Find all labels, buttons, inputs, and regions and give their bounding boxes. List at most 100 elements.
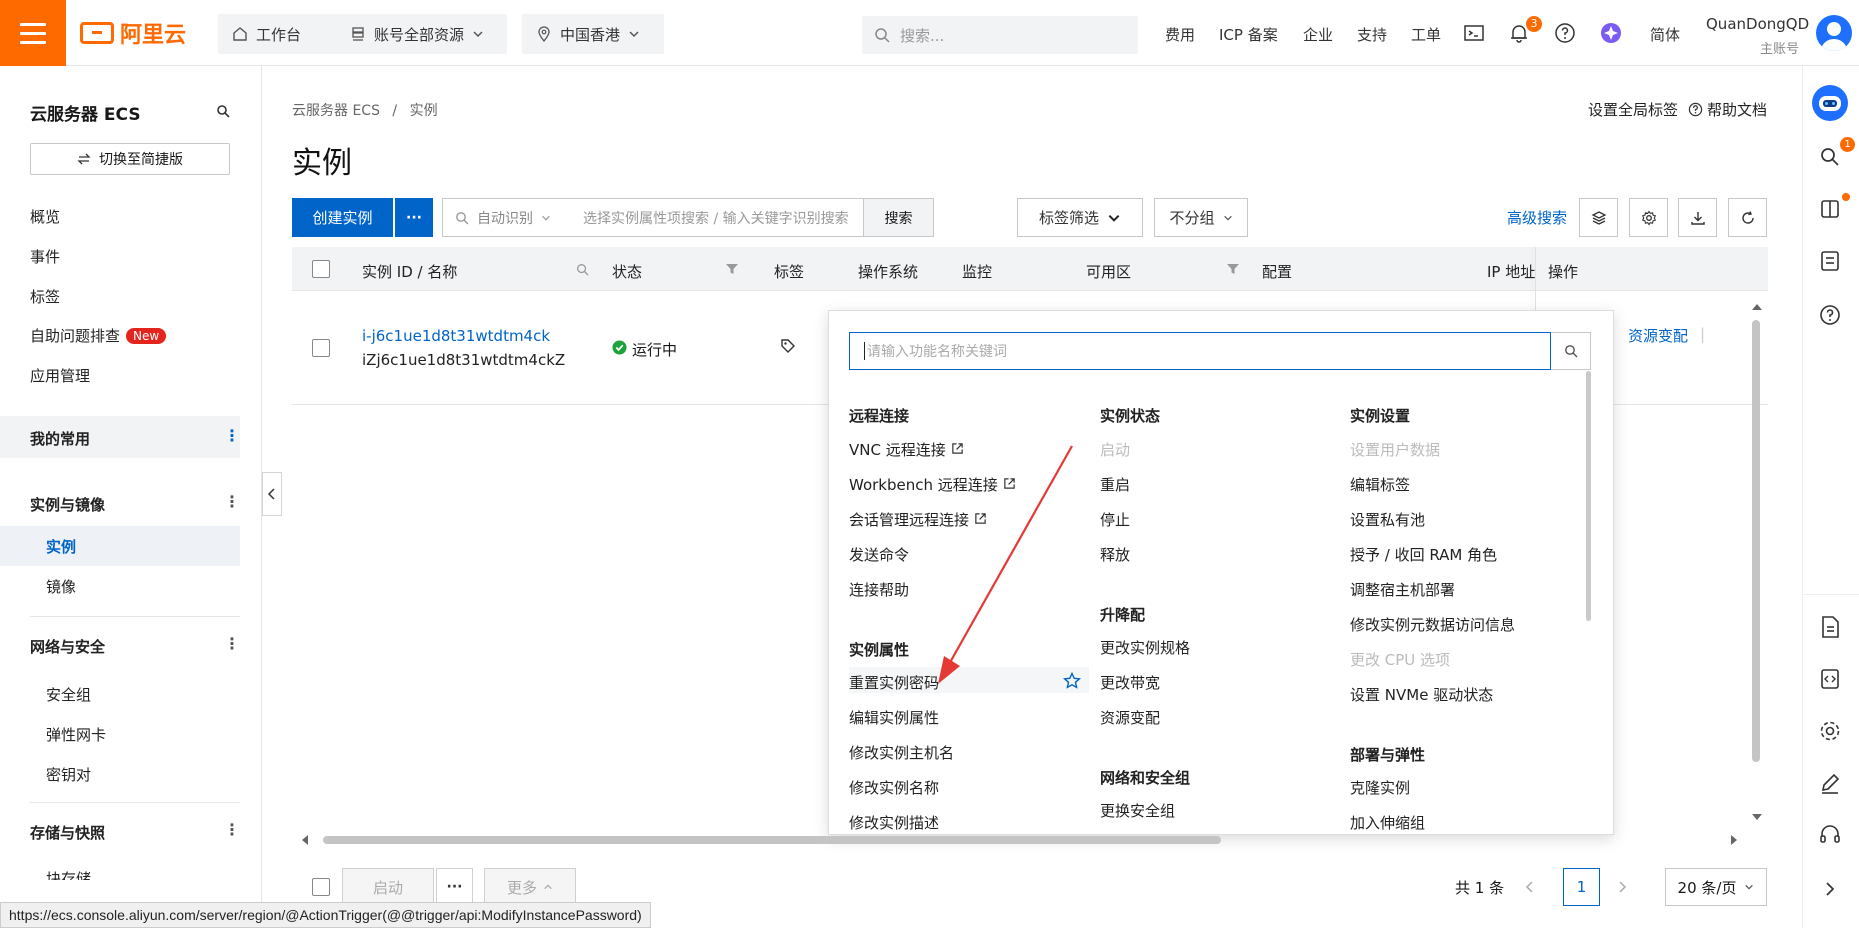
- region-dropdown[interactable]: 中国香港: [522, 14, 664, 54]
- action-send-command[interactable]: 发送命令: [849, 544, 909, 565]
- action-resource-change[interactable]: 资源变配: [1100, 707, 1160, 728]
- set-global-tag-link[interactable]: 设置全局标签: [1588, 99, 1678, 120]
- user-name[interactable]: QuanDongQD: [1706, 15, 1809, 33]
- instance-id-link[interactable]: i-j6c1ue1d8t31wtdtm4ck: [362, 327, 550, 345]
- aliyun-logo[interactable]: 阿里云: [80, 18, 186, 48]
- action-change-spec[interactable]: 更改实例规格: [1100, 637, 1190, 658]
- create-instance-button[interactable]: 创建实例: [292, 198, 393, 237]
- action-edit-tags[interactable]: 编辑标签: [1350, 474, 1410, 495]
- help-icon[interactable]: [1554, 22, 1576, 44]
- nav-link-support[interactable]: 支持: [1357, 24, 1387, 45]
- instance-search-box[interactable]: 自动识别 选择实例属性项搜索 / 输入关键字识别搜索 搜索: [442, 198, 934, 237]
- nav-link-ticket[interactable]: 工单: [1411, 24, 1441, 45]
- tag-filter-button[interactable]: 标签筛选: [1017, 198, 1143, 237]
- sidebar-group-instance-image[interactable]: 实例与镜像: [30, 494, 105, 515]
- rail-checklist-icon[interactable]: [1817, 248, 1843, 274]
- sidebar-collapse-button[interactable]: [262, 472, 282, 516]
- instance-group-more-icon[interactable]: ⋮: [224, 492, 240, 511]
- rail-headset-icon[interactable]: [1817, 822, 1843, 848]
- page-size-select[interactable]: 20 条/页: [1665, 868, 1767, 906]
- batch-start-button[interactable]: 启动: [342, 868, 434, 906]
- download-button[interactable]: [1678, 198, 1717, 237]
- scroll-up-icon[interactable]: [1751, 302, 1763, 312]
- vertical-scroll-thumb[interactable]: [1752, 320, 1760, 762]
- action-change-bandwidth[interactable]: 更改带宽: [1100, 672, 1160, 693]
- advanced-search-link[interactable]: 高级搜索: [1507, 207, 1567, 228]
- language-switch[interactable]: 简体: [1650, 24, 1680, 45]
- sidebar-item-overview[interactable]: 概览: [30, 206, 60, 227]
- prev-page-icon[interactable]: [1524, 880, 1536, 894]
- tag-icon[interactable]: [780, 338, 796, 354]
- scroll-right-icon[interactable]: [1729, 834, 1739, 846]
- action-edit-hostname[interactable]: 修改实例主机名: [849, 742, 954, 763]
- ai-robot-assistant-icon[interactable]: [1811, 84, 1849, 122]
- sidebar-search-icon[interactable]: [216, 104, 230, 118]
- help-doc-link[interactable]: 帮助文档: [1688, 99, 1767, 120]
- column-search-icon[interactable]: [576, 263, 589, 276]
- action-ram-role[interactable]: 授予 / 收回 RAM 角色: [1350, 544, 1497, 565]
- sidebar-item-security-group[interactable]: 安全组: [46, 684, 91, 705]
- ai-assistant-star-icon[interactable]: [1600, 22, 1622, 44]
- row-checkbox[interactable]: [312, 339, 330, 357]
- panel-scrollbar[interactable]: [1586, 371, 1591, 621]
- function-search-input[interactable]: 请输入功能名称关键词: [849, 332, 1551, 370]
- settings-button[interactable]: [1629, 198, 1668, 237]
- action-join-scaling-group[interactable]: 加入伸缩组: [1350, 812, 1425, 833]
- sidebar-item-events[interactable]: 事件: [30, 246, 60, 267]
- sidebar-item-eni[interactable]: 弹性网卡: [46, 724, 106, 745]
- scroll-down-icon[interactable]: [1751, 812, 1763, 822]
- rail-document-icon[interactable]: [1817, 614, 1843, 640]
- network-group-more-icon[interactable]: ⋮: [224, 634, 240, 653]
- rail-code-icon[interactable]: [1817, 666, 1843, 692]
- rail-book-icon[interactable]: [1817, 196, 1843, 222]
- nav-link-billing[interactable]: 费用: [1165, 24, 1195, 45]
- resource-scope-dropdown[interactable]: 账号全部资源: [336, 14, 507, 54]
- sidebar-item-block-storage[interactable]: 块存储: [46, 868, 91, 880]
- storage-group-more-icon[interactable]: ⋮: [224, 820, 240, 839]
- action-edit-description[interactable]: 修改实例描述: [849, 812, 939, 833]
- refresh-button[interactable]: [1728, 198, 1767, 237]
- action-metadata-access[interactable]: 修改实例元数据访问信息: [1350, 614, 1515, 635]
- action-nvme-driver[interactable]: 设置 NVMe 驱动状态: [1350, 684, 1493, 705]
- sidebar-item-image[interactable]: 镜像: [46, 576, 76, 597]
- sidebar-item-tags[interactable]: 标签: [30, 286, 60, 307]
- function-search-button[interactable]: [1551, 332, 1591, 370]
- rail-gear-icon[interactable]: [1817, 718, 1843, 744]
- sidebar-item-app-management[interactable]: 应用管理: [30, 365, 90, 386]
- sidebar-item-troubleshoot[interactable]: 自助问题排查 New: [30, 325, 167, 346]
- resource-change-link[interactable]: 资源变配: [1628, 325, 1688, 346]
- sidebar-group-network-security[interactable]: 网络与安全: [30, 636, 105, 657]
- sidebar-group-my-common[interactable]: 我的常用: [30, 428, 90, 449]
- action-host-deploy[interactable]: 调整宿主机部署: [1350, 579, 1455, 600]
- nav-link-enterprise[interactable]: 企业: [1303, 24, 1333, 45]
- user-avatar[interactable]: [1816, 15, 1852, 51]
- breadcrumb-root[interactable]: 云服务器 ECS: [292, 103, 380, 119]
- sidebar-item-keypair[interactable]: 密钥对: [46, 764, 91, 785]
- select-all-checkbox[interactable]: [312, 260, 330, 278]
- action-edit-attributes[interactable]: 编辑实例属性: [849, 707, 939, 728]
- switch-to-simple-button[interactable]: 切换至简捷版: [30, 143, 230, 175]
- action-clone-instance[interactable]: 克隆实例: [1350, 777, 1410, 798]
- action-release[interactable]: 释放: [1100, 544, 1130, 565]
- my-common-more-icon[interactable]: ⋮: [224, 426, 240, 445]
- workbench-button[interactable]: 工作台: [218, 14, 338, 54]
- hamburger-menu-icon[interactable]: [0, 0, 66, 66]
- action-connect-help[interactable]: 连接帮助: [849, 579, 909, 600]
- create-more-button[interactable]: ···: [395, 198, 433, 237]
- horizontal-scroll-thumb[interactable]: [323, 836, 1221, 844]
- layers-button[interactable]: [1579, 198, 1618, 237]
- action-change-security-group[interactable]: 更换安全组: [1100, 800, 1175, 821]
- batch-more-button[interactable]: 更多: [484, 868, 576, 906]
- rail-expand-chevron-icon[interactable]: [1817, 876, 1843, 902]
- action-edit-name[interactable]: 修改实例名称: [849, 777, 939, 798]
- global-search-input[interactable]: 搜索...: [862, 16, 1138, 54]
- action-set-private-pool[interactable]: 设置私有池: [1350, 509, 1425, 530]
- sidebar-item-instance[interactable]: 实例: [46, 536, 76, 557]
- action-restart[interactable]: 重启: [1100, 474, 1130, 495]
- search-type-select[interactable]: 自动识别: [443, 208, 573, 228]
- status-filter-icon[interactable]: [725, 262, 739, 276]
- search-input-placeholder[interactable]: 选择实例属性项搜索 / 输入关键字识别搜索: [573, 208, 863, 228]
- search-button[interactable]: 搜索: [863, 199, 933, 236]
- next-page-icon[interactable]: [1616, 880, 1628, 894]
- group-select[interactable]: 不分组: [1154, 198, 1248, 237]
